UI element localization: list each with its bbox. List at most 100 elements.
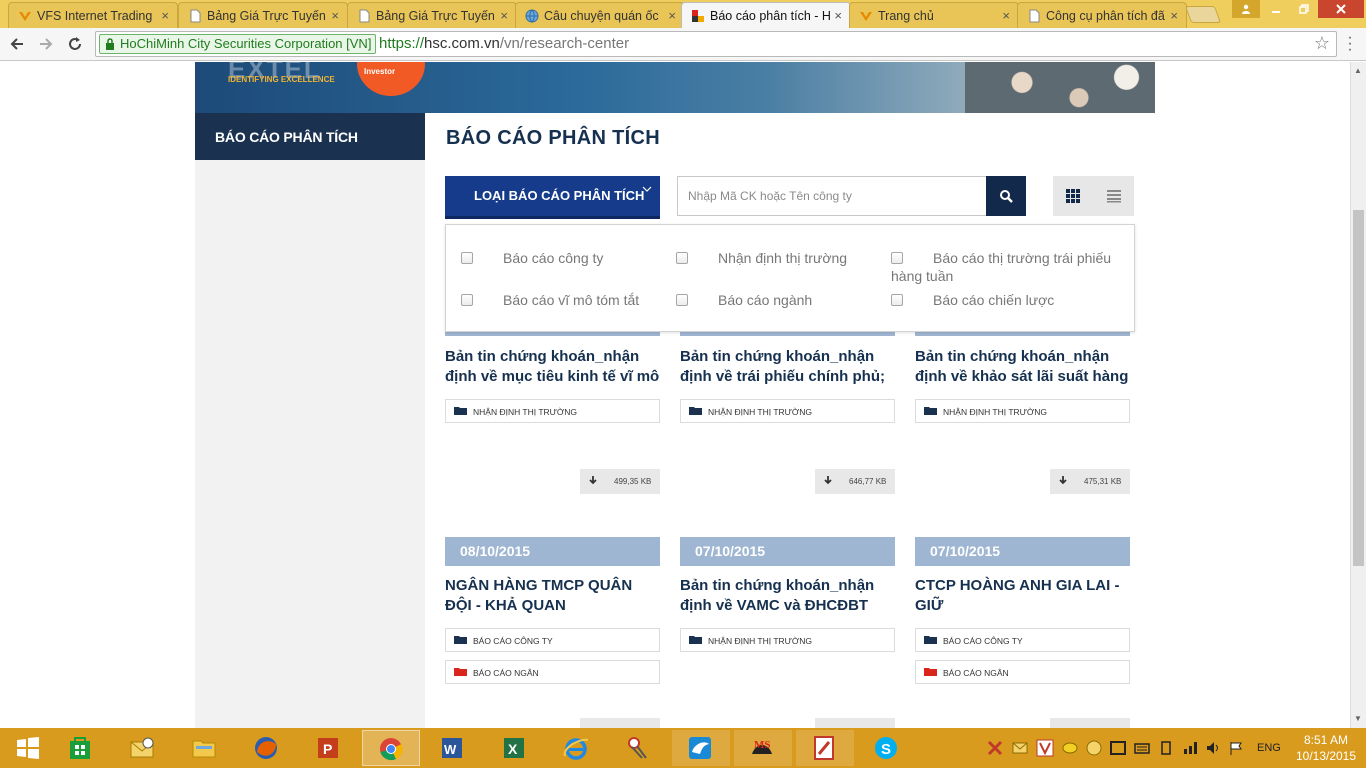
list-view-button[interactable] <box>1094 176 1134 216</box>
report-title[interactable]: Bản tin chứng khoán_nhận định về khảo sá… <box>915 347 1130 387</box>
report-category-tag[interactable]: BÁO CÁO NGÂN <box>915 660 1130 684</box>
taskbar-internet-explorer[interactable] <box>548 730 606 766</box>
search-input[interactable]: Nhập Mã CK hoặc Tên công ty <box>677 176 987 216</box>
download-button[interactable] <box>580 718 660 728</box>
sidebar-item-bao-cao-phan-tich[interactable]: BÁO CÁO PHÂN TÍCH <box>195 113 425 160</box>
report-card[interactable]: 07/10/2015 CTCP HOÀNG ANH GIA LAI - GIỮ … <box>915 537 1130 684</box>
page-scrollbar[interactable]: ▲ ▼ <box>1350 62 1366 728</box>
report-card[interactable]: Bản tin chứng khoán_nhận định về mục tiê… <box>445 331 660 494</box>
grid-view-button[interactable] <box>1053 176 1094 216</box>
taskbar-dolphin-app[interactable] <box>672 730 730 766</box>
bookmark-star-icon[interactable]: ☆ <box>1314 33 1330 54</box>
tab-close-icon[interactable]: × <box>1002 8 1010 23</box>
report-card[interactable]: 08/10/2015 NGÂN HÀNG TMCP QUÂN ĐỘI - KHẢ… <box>445 537 660 684</box>
taskbar-skype[interactable]: S <box>858 730 916 766</box>
mail-tray-icon[interactable] <box>1012 740 1028 756</box>
filter-option-bao-cao-nganh[interactable]: Báo cáo ngành <box>676 291 876 309</box>
report-card[interactable]: Bản tin chứng khoán_nhận định về khảo sá… <box>915 331 1130 494</box>
start-button[interactable] <box>0 730 58 766</box>
taskbar-store[interactable] <box>52 730 110 766</box>
network-tray-icon[interactable] <box>1182 740 1198 756</box>
url-text[interactable]: https://hsc.com.vn/vn/research-center <box>379 35 629 52</box>
smiley-tray-icon[interactable] <box>1086 740 1102 756</box>
download-button[interactable]: 646,77 KB <box>815 469 895 494</box>
tab-trang-chu[interactable]: Trang chủ × <box>849 2 1019 28</box>
report-category-tag[interactable]: BÁO CÁO CÔNG TY <box>445 628 660 652</box>
report-category-tag[interactable]: NHẬN ĐỊNH THỊ TRƯỜNG <box>915 399 1130 423</box>
report-card[interactable]: Bản tin chứng khoán_nhận định về trái ph… <box>680 331 895 494</box>
checkbox[interactable] <box>891 294 903 306</box>
user-profile-icon[interactable] <box>1232 0 1260 18</box>
close-window-icon[interactable] <box>1318 0 1364 18</box>
checkbox[interactable] <box>676 294 688 306</box>
taskbar-excel[interactable]: X <box>486 730 544 766</box>
report-category-tag[interactable]: BÁO CÁO CÔNG TY <box>915 628 1130 652</box>
checkbox[interactable] <box>461 294 473 306</box>
tab-bang-gia-1[interactable]: Bảng Giá Trực Tuyến × <box>178 2 348 28</box>
tab-close-icon[interactable]: × <box>1170 8 1178 23</box>
reload-button[interactable] <box>64 33 86 55</box>
taskbar-ms-trading-app[interactable]: MS <box>734 730 792 766</box>
report-title[interactable]: Bản tin chứng khoán_nhận định về trái ph… <box>680 347 895 387</box>
address-bar[interactable]: HoChiMinh City Securities Corporation [V… <box>95 31 1337 57</box>
scroll-up-icon[interactable]: ▲ <box>1354 66 1362 75</box>
filter-option-bao-cao-vi-mo[interactable]: Báo cáo vĩ mô tóm tắt <box>461 291 661 309</box>
keyboard-tray-icon[interactable] <box>1134 740 1150 756</box>
taskbar-outlook[interactable] <box>114 730 172 766</box>
tab-cong-cu-phan-tich[interactable]: Công cụ phân tích đã × <box>1017 2 1187 28</box>
download-button[interactable] <box>815 718 895 728</box>
taskbar-chrome[interactable] <box>362 730 420 766</box>
report-category-tag[interactable]: NHẬN ĐỊNH THỊ TRƯỜNG <box>445 399 660 423</box>
ev-certificate-badge[interactable]: HoChiMinh City Securities Corporation [V… <box>99 34 377 54</box>
download-button[interactable]: 475,31 KB <box>1050 469 1130 494</box>
download-button[interactable]: 499,35 KB <box>580 469 660 494</box>
taskbar-powerpoint[interactable]: P <box>300 730 358 766</box>
system-clock[interactable]: 8:51 AM 10/13/2015 <box>1290 732 1362 764</box>
checkbox[interactable] <box>676 252 688 264</box>
tab-cau-chuyen-quan-oc[interactable]: Câu chuyện quán ốc × <box>515 2 685 28</box>
report-category-tag[interactable]: NHẬN ĐỊNH THỊ TRƯỜNG <box>680 399 895 423</box>
input-language[interactable]: ENG <box>1257 742 1281 754</box>
checkbox[interactable] <box>461 252 473 264</box>
lemon-tray-icon[interactable] <box>1062 740 1078 756</box>
new-tab-button[interactable] <box>1184 6 1222 23</box>
search-button[interactable] <box>986 176 1026 216</box>
report-category-tag[interactable]: BÁO CÁO NGÂN <box>445 660 660 684</box>
taskbar-word[interactable]: W <box>424 730 482 766</box>
tab-close-icon[interactable]: × <box>161 8 169 23</box>
tab-close-icon[interactable]: × <box>500 8 508 23</box>
v-app-tray-icon[interactable] <box>1036 739 1054 757</box>
chrome-menu-icon[interactable]: · · · <box>1342 30 1358 58</box>
tab-bao-cao-phan-tich[interactable]: Báo cáo phân tích - H × <box>681 2 851 29</box>
report-title[interactable]: NGÂN HÀNG TMCP QUÂN ĐỘI - KHẢ QUAN <box>445 576 660 616</box>
taskbar-firefox[interactable] <box>238 730 296 766</box>
restore-icon[interactable] <box>1290 0 1318 18</box>
report-title[interactable]: Bản tin chứng khoán_nhận định về mục tiê… <box>445 347 660 387</box>
filter-option-nhan-dinh-thi-truong[interactable]: Nhận định thị trường <box>676 249 876 267</box>
taskbar-pdf-app[interactable] <box>796 730 854 766</box>
no-entry-tray-icon[interactable] <box>987 740 1003 756</box>
volume-tray-icon[interactable] <box>1205 740 1221 756</box>
taskbar-snipping-tool[interactable] <box>610 730 668 766</box>
tab-close-icon[interactable]: × <box>331 8 339 23</box>
scroll-down-icon[interactable]: ▼ <box>1354 714 1362 723</box>
forward-button[interactable] <box>35 33 57 55</box>
report-title[interactable]: CTCP HOÀNG ANH GIA LAI - GIỮ <box>915 576 1130 616</box>
report-category-tag[interactable]: NHẬN ĐỊNH THỊ TRƯỜNG <box>680 628 895 652</box>
filter-option-bao-cao-chien-luoc[interactable]: Báo cáo chiến lược <box>891 291 1116 309</box>
report-card[interactable]: 07/10/2015 Bản tin chứng khoán_nhận định… <box>680 537 895 652</box>
back-button[interactable] <box>6 33 28 55</box>
flag-tray-icon[interactable] <box>1228 740 1244 756</box>
report-title[interactable]: Bản tin chứng khoán_nhận định về VAMC và… <box>680 576 895 616</box>
minimize-icon[interactable] <box>1262 0 1290 18</box>
scrollbar-thumb[interactable] <box>1353 210 1364 566</box>
filter-option-bao-cao-cong-ty[interactable]: Báo cáo công ty <box>461 249 661 267</box>
taskbar-file-explorer[interactable] <box>176 730 234 766</box>
usb-tray-icon[interactable] <box>1158 740 1174 756</box>
checkbox[interactable] <box>891 252 903 264</box>
download-button[interactable] <box>1050 718 1130 728</box>
report-type-dropdown-button[interactable]: LOẠI BÁO CÁO PHÂN TÍCH <box>445 176 660 216</box>
tab-bang-gia-2[interactable]: Bảng Giá Trực Tuyến × <box>347 2 517 28</box>
tab-vfs-internet-trading[interactable]: VFS Internet Trading × <box>8 2 178 28</box>
tab-close-icon[interactable]: × <box>668 8 676 23</box>
